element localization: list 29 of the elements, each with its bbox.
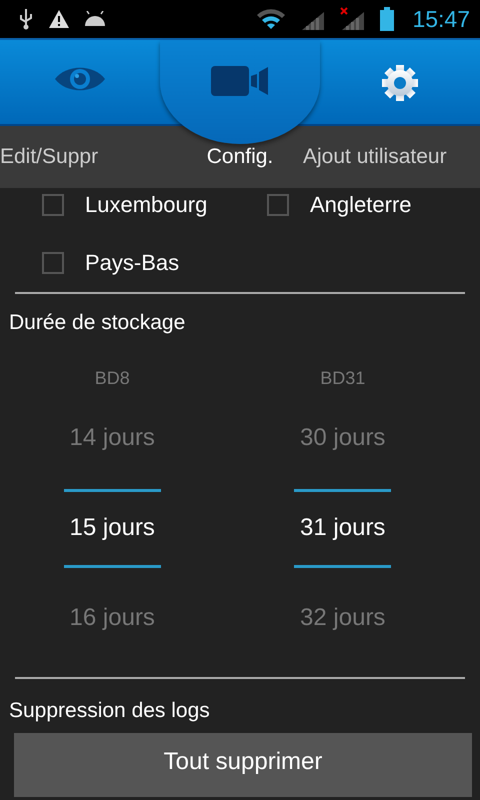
picker-value[interactable]: 30 jours bbox=[300, 424, 386, 452]
checkbox-label: Luxembourg bbox=[85, 192, 208, 218]
clock-time: 15:47 bbox=[412, 6, 470, 32]
picker-value[interactable]: 32 jours bbox=[300, 604, 386, 632]
checkbox-label: Pays-Bas bbox=[85, 250, 180, 276]
battery-icon bbox=[380, 7, 394, 31]
section-title: Durée de stockage bbox=[8, 311, 186, 335]
settings-icon bbox=[381, 64, 419, 102]
usb-icon bbox=[18, 8, 34, 30]
warning-icon bbox=[48, 9, 70, 29]
checkbox[interactable] bbox=[42, 252, 64, 274]
delete-all-button[interactable]: Tout supprimer bbox=[14, 733, 472, 797]
video-camera-icon bbox=[211, 66, 269, 96]
section-title: Suppression des logs bbox=[8, 699, 211, 723]
checkbox[interactable] bbox=[42, 194, 64, 216]
checkbox[interactable] bbox=[267, 194, 289, 216]
page-title[interactable]: Config. bbox=[190, 145, 290, 169]
checkbox-label: Angleterre bbox=[310, 192, 412, 218]
picker-label: BD31 bbox=[320, 367, 366, 390]
page-title[interactable]: Edit/Suppr bbox=[0, 145, 190, 169]
picker-value[interactable]: 15 jours bbox=[64, 488, 161, 568]
page-title[interactable]: Ajout utilisateur bbox=[303, 145, 447, 169]
picker-label: BD8 bbox=[94, 367, 130, 390]
wifi-icon bbox=[256, 8, 286, 30]
picker-value[interactable]: 16 jours bbox=[70, 604, 155, 632]
no-signal-icon bbox=[340, 7, 366, 31]
picker-value[interactable]: 31 jours bbox=[294, 488, 392, 568]
robot-icon bbox=[84, 11, 106, 27]
picker-value[interactable]: 14 jours bbox=[70, 424, 155, 452]
